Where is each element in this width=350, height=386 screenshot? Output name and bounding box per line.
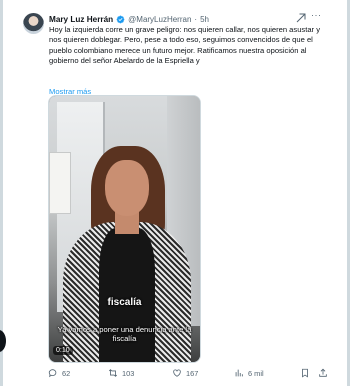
video-person-face [105,160,149,216]
share-icon [319,368,327,377]
video-player[interactable]: fiscalía Ya vamos a poner una denuncia a… [48,95,201,363]
avatar[interactable] [23,13,44,34]
separator-dot: · [194,14,198,24]
video-subtitle: Ya vamos a poner una denuncia ante la fi… [57,325,192,343]
tweet-text: Hoy la izquierda corre un grave peligro:… [49,25,320,65]
tweet-time[interactable]: 5h [200,15,209,24]
side-overlay [0,330,6,352]
author-handle[interactable]: @MaryLuzHerran [128,15,191,24]
action-bar: 62 103 167 6 mil [48,368,332,382]
repost-button[interactable]: 103 [108,368,134,378]
author-name[interactable]: Mary Luz Herrán [49,15,113,24]
bookmark-button[interactable] [300,368,314,378]
like-count: 167 [186,368,199,378]
video-timestamp: 0:10 [53,346,73,355]
grok-icon[interactable] [295,12,307,24]
views-button[interactable]: 6 mil [234,368,264,378]
bookmark-icon [302,368,308,378]
more-icon[interactable]: ··· [311,10,322,20]
views-count: 6 mil [248,368,264,378]
verified-badge-icon [116,15,125,23]
like-icon [173,369,181,377]
repost-count: 103 [122,368,135,378]
share-button[interactable] [318,368,332,378]
views-icon [235,369,243,377]
reply-count: 62 [62,368,71,378]
like-button[interactable]: 167 [172,368,198,378]
tweet-header: Mary Luz Herrán @MaryLuzHerran · 5h [49,12,329,26]
reply-button[interactable]: 62 [48,368,70,378]
video-caption-word: fiscalía [107,297,142,308]
repost-icon [108,369,118,377]
left-frame-border [0,0,3,386]
reply-icon [48,369,57,378]
video-paper-sheet [49,152,71,214]
tweet-card[interactable]: Mary Luz Herrán @MaryLuzHerran · 5h ··· … [20,8,332,382]
